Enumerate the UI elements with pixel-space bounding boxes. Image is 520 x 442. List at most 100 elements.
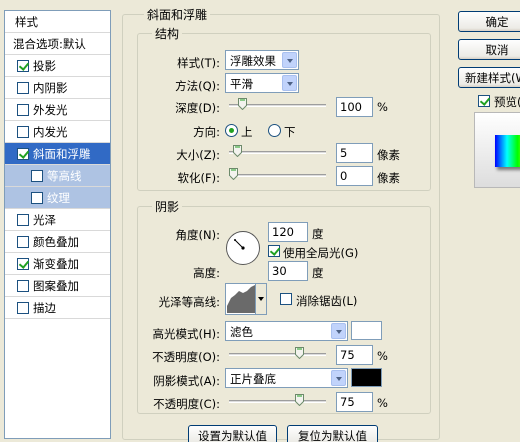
bevel-emboss-title: 斜面和浮雕 bbox=[144, 6, 211, 23]
angle-dial[interactable] bbox=[225, 230, 261, 266]
styles-header: 样式 bbox=[5, 11, 110, 33]
sidebar-item[interactable]: 投影 bbox=[5, 55, 110, 77]
sidebar-item-checkbox[interactable] bbox=[17, 257, 29, 270]
direction-down-radio[interactable] bbox=[268, 124, 281, 137]
new-style-button[interactable]: 新建样式(W)... bbox=[458, 67, 520, 88]
sidebar-item[interactable]: 渐变叠加 bbox=[5, 253, 110, 275]
direction-up-radio[interactable] bbox=[225, 124, 238, 137]
depth-label: 深度(D): bbox=[175, 101, 220, 115]
shadow-mode-select[interactable]: 正片叠底 bbox=[225, 368, 348, 388]
chevron-down-icon bbox=[331, 323, 346, 339]
style-select[interactable]: 浮雕效果 bbox=[225, 50, 299, 70]
size-slider-thumb[interactable] bbox=[233, 145, 243, 157]
sidebar-item-checkbox[interactable] bbox=[17, 235, 29, 248]
sidebar-item-label: 斜面和浮雕 bbox=[33, 146, 91, 161]
style-value: 浮雕效果 bbox=[230, 54, 276, 68]
sidebar-item-checkbox[interactable] bbox=[17, 103, 29, 116]
gloss-contour-label: 光泽等高线: bbox=[158, 295, 220, 309]
sidebar-item-label: 颜色叠加 bbox=[33, 234, 79, 249]
shadow-opacity-slider[interactable] bbox=[229, 400, 326, 403]
sidebar-item-checkbox[interactable] bbox=[17, 301, 29, 314]
soften-slider[interactable] bbox=[229, 174, 326, 177]
sidebar-item[interactable]: 外发光 bbox=[5, 99, 110, 121]
global-light-checkbox[interactable] bbox=[268, 245, 280, 257]
chevron-down-icon bbox=[282, 52, 297, 68]
highlight-color-swatch[interactable] bbox=[351, 321, 382, 340]
shadow-mode-value: 正片叠底 bbox=[230, 372, 276, 386]
shadow-color-swatch[interactable] bbox=[351, 368, 382, 387]
sidebar-item[interactable]: 等高线 bbox=[5, 165, 110, 187]
preview-checkbox[interactable] bbox=[478, 95, 490, 107]
sidebar-item-label: 内发光 bbox=[33, 124, 68, 139]
sidebar-item[interactable]: 颜色叠加 bbox=[5, 231, 110, 253]
depth-slider-thumb[interactable] bbox=[237, 98, 247, 110]
sidebar-item-checkbox[interactable] bbox=[17, 59, 29, 72]
sidebar-item[interactable]: 内阴影 bbox=[5, 77, 110, 99]
highlight-mode-select[interactable]: 滤色 bbox=[225, 321, 348, 341]
sidebar-item-checkbox[interactable] bbox=[17, 213, 29, 226]
sidebar-item-checkbox[interactable] bbox=[31, 169, 43, 182]
soften-label: 软化(F): bbox=[177, 171, 220, 185]
sidebar-item-checkbox[interactable] bbox=[31, 191, 43, 204]
depth-unit: % bbox=[377, 100, 388, 114]
sidebar-item-checkbox[interactable] bbox=[17, 147, 29, 160]
preview-label: 预览(V) bbox=[494, 95, 520, 109]
shading-title: 阴影 bbox=[152, 198, 183, 215]
shadow-mode-label: 阴影模式(A): bbox=[153, 374, 220, 388]
sidebar-item[interactable]: 斜面和浮雕 bbox=[5, 143, 110, 165]
highlight-mode-label: 高光模式(H): bbox=[152, 327, 221, 341]
chevron-down-icon bbox=[255, 284, 266, 314]
sidebar-item-label: 图案叠加 bbox=[33, 278, 79, 293]
highlight-opacity-slider[interactable] bbox=[229, 353, 326, 356]
highlight-opacity-input[interactable]: 75 bbox=[336, 345, 373, 365]
sidebar-item[interactable]: 光泽 bbox=[5, 209, 110, 231]
size-slider[interactable] bbox=[229, 151, 326, 154]
highlight-opacity-thumb[interactable] bbox=[295, 347, 304, 359]
angle-label: 角度(N): bbox=[175, 228, 220, 242]
sidebar-item-label: 渐变叠加 bbox=[33, 256, 79, 271]
direction-up-label: 上 bbox=[241, 125, 253, 139]
cancel-label: 取消 bbox=[485, 42, 509, 57]
size-input[interactable]: 5 bbox=[336, 143, 373, 163]
angle-dial-icon bbox=[226, 231, 260, 265]
shadow-opacity-thumb[interactable] bbox=[295, 394, 304, 406]
sidebar-item-checkbox[interactable] bbox=[17, 125, 29, 138]
sidebar-item-label: 光泽 bbox=[33, 212, 56, 227]
sidebar-item[interactable]: 纹理 bbox=[5, 187, 110, 209]
ok-button[interactable]: 确定 bbox=[458, 11, 520, 32]
direction-label: 方向: bbox=[193, 125, 220, 139]
sidebar-item-label: 外发光 bbox=[33, 102, 68, 117]
depth-input[interactable]: 100 bbox=[336, 97, 373, 117]
blending-options-item[interactable]: 混合选项:默认 bbox=[5, 33, 110, 55]
highlight-opacity-unit: % bbox=[377, 349, 388, 363]
gloss-contour-picker[interactable] bbox=[225, 283, 267, 315]
sidebar-item[interactable]: 内发光 bbox=[5, 121, 110, 143]
blending-options-label: 混合选项:默认 bbox=[13, 36, 86, 51]
sidebar-item-label: 纹理 bbox=[47, 190, 70, 205]
sidebar-item-checkbox[interactable] bbox=[17, 81, 29, 94]
anti-alias-label: 消除锯齿(L) bbox=[296, 294, 358, 308]
angle-input[interactable]: 120 bbox=[268, 222, 308, 242]
direction-down-label: 下 bbox=[284, 125, 296, 139]
altitude-input[interactable]: 30 bbox=[268, 261, 308, 281]
soften-input[interactable]: 0 bbox=[336, 166, 373, 186]
make-default-button[interactable]: 设置为默认值 bbox=[188, 425, 277, 442]
technique-select[interactable]: 平滑 bbox=[225, 73, 299, 93]
shadow-opacity-input[interactable]: 75 bbox=[336, 392, 373, 412]
shadow-opacity-label: 不透明度(C): bbox=[153, 397, 220, 411]
technique-label: 方法(Q): bbox=[175, 79, 220, 93]
sidebar-item[interactable]: 描边 bbox=[5, 297, 110, 319]
angle-unit: 度 bbox=[312, 227, 324, 241]
reset-default-button[interactable]: 复位为默认值 bbox=[287, 425, 378, 442]
cancel-button[interactable]: 取消 bbox=[458, 39, 520, 60]
chevron-down-icon bbox=[282, 75, 297, 91]
soften-slider-thumb[interactable] bbox=[229, 168, 238, 180]
style-preview bbox=[474, 112, 520, 188]
anti-alias-checkbox[interactable] bbox=[280, 293, 292, 305]
sidebar-item[interactable]: 图案叠加 bbox=[5, 275, 110, 297]
highlight-opacity-label: 不透明度(O): bbox=[152, 350, 220, 364]
sidebar-item-checkbox[interactable] bbox=[17, 279, 29, 292]
technique-value: 平滑 bbox=[230, 77, 253, 91]
sidebar-item-label: 内阴影 bbox=[33, 80, 68, 95]
size-unit: 像素 bbox=[377, 148, 400, 162]
